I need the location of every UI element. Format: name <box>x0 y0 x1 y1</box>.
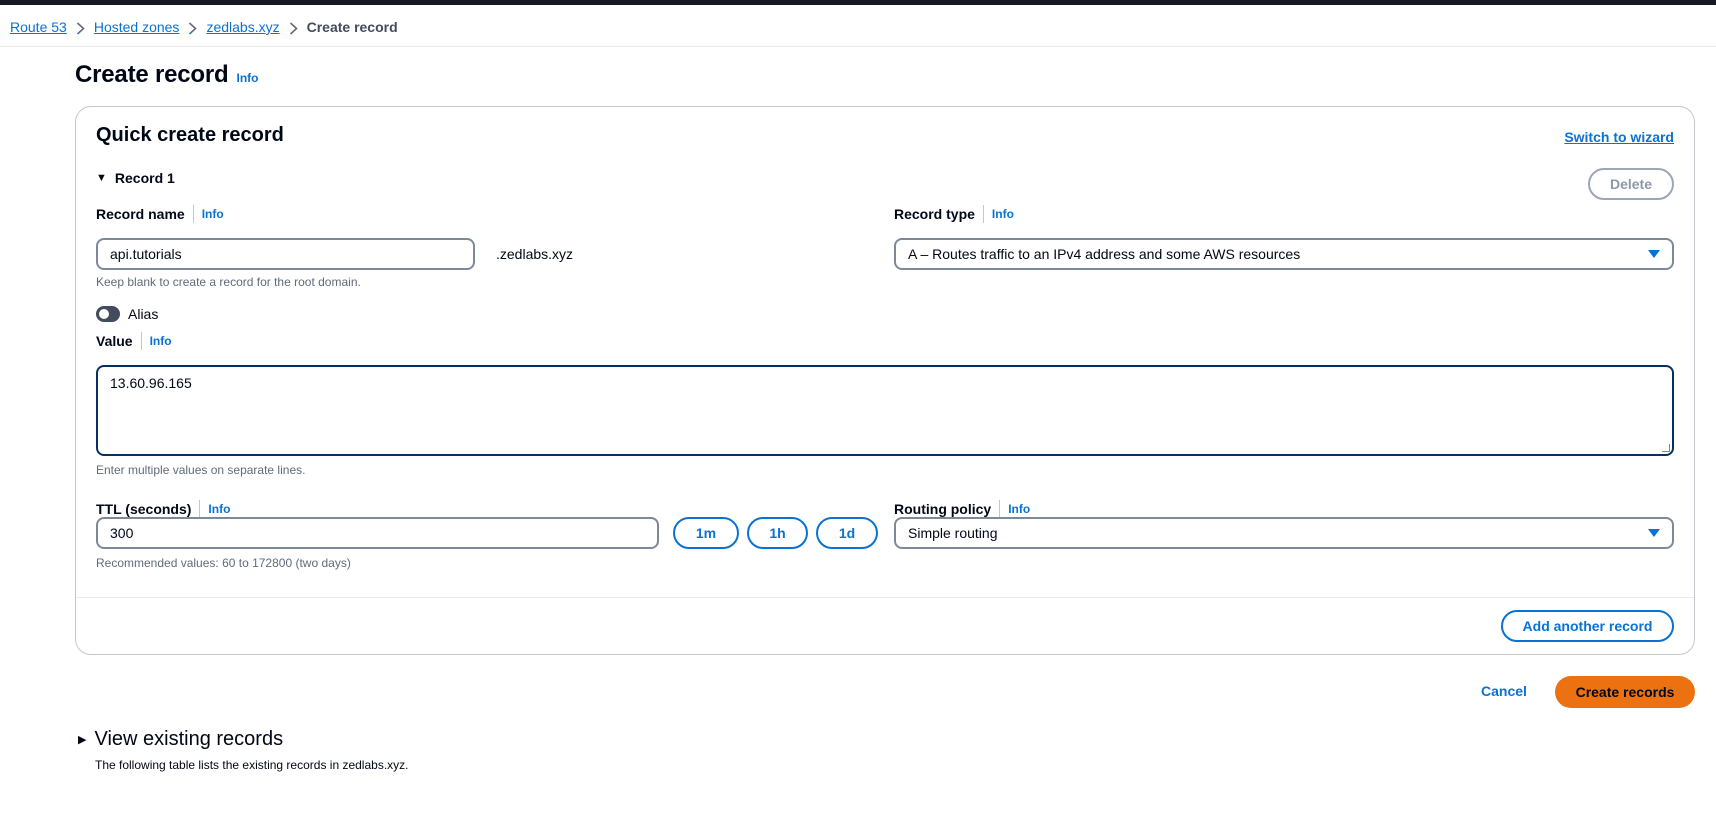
routing-policy-label: Routing policy <box>894 501 992 517</box>
record-name-info-link[interactable]: Info <box>202 207 224 221</box>
add-another-record-button[interactable]: Add another record <box>1501 610 1674 642</box>
panel-title: Quick create record <box>96 124 284 146</box>
value-info-link[interactable]: Info <box>150 334 172 348</box>
ttl-1m-button[interactable]: 1m <box>673 517 739 549</box>
routing-policy-value: Simple routing <box>908 525 998 541</box>
delete-record-button[interactable]: Delete <box>1588 168 1674 200</box>
chevron-right-icon <box>280 19 307 35</box>
record-name-label-group: Record name Info <box>96 205 224 223</box>
label-divider <box>199 500 201 518</box>
view-existing-records-expander[interactable]: ▶ View existing records <box>78 728 283 751</box>
domain-suffix: .zedlabs.xyz <box>496 246 574 262</box>
value-textarea[interactable]: 13.60.96.165 <box>96 365 1674 456</box>
existing-records-description: The following table lists the existing r… <box>95 758 409 772</box>
ttl-input[interactable]: 300 <box>96 517 659 549</box>
ttl-hint: Recommended values: 60 to 172800 (two da… <box>96 556 351 570</box>
record-1-expander[interactable]: ▼ Record 1 <box>96 170 175 186</box>
resize-handle[interactable] <box>1662 444 1670 452</box>
page-title: Create record <box>75 61 229 88</box>
value-label-group: Value Info <box>96 332 172 350</box>
ttl-1h-button[interactable]: 1h <box>747 517 808 549</box>
label-divider <box>982 205 984 223</box>
breadcrumb-hosted-zones-link[interactable]: Hosted zones <box>94 19 180 35</box>
breadcrumb-zone-link[interactable]: zedlabs.xyz <box>206 19 279 35</box>
label-divider <box>999 500 1001 518</box>
ttl-1d-button[interactable]: 1d <box>816 517 878 549</box>
chevron-right-icon <box>67 19 94 35</box>
routing-policy-label-group: Routing policy Info <box>894 500 1030 518</box>
create-records-button[interactable]: Create records <box>1555 676 1695 708</box>
record-name-hint: Keep blank to create a record for the ro… <box>96 275 361 289</box>
caret-right-icon: ▶ <box>78 734 87 746</box>
record-name-input[interactable]: api.tutorials <box>96 238 475 270</box>
label-divider <box>192 205 194 223</box>
caret-down-icon: ▼ <box>96 172 107 184</box>
record-type-value: A – Routes traffic to an IPv4 address an… <box>908 246 1301 262</box>
ttl-info-link[interactable]: Info <box>208 502 230 516</box>
caret-down-icon <box>1648 250 1660 258</box>
header-divider <box>0 46 1716 47</box>
ttl-label: TTL (seconds) <box>96 501 192 517</box>
top-bar <box>0 0 1716 5</box>
record-type-label-group: Record type Info <box>894 205 1014 223</box>
record-type-label: Record type <box>894 206 975 222</box>
label-divider <box>140 332 142 350</box>
switch-to-wizard-link[interactable]: Switch to wizard <box>1564 129 1674 145</box>
value-hint: Enter multiple values on separate lines. <box>96 463 306 477</box>
caret-down-icon <box>1648 529 1660 537</box>
page-info-link[interactable]: Info <box>236 71 258 85</box>
quick-create-panel: Quick create record Switch to wizard ▼ R… <box>75 106 1695 655</box>
breadcrumb: Route 53 Hosted zones zedlabs.xyz Create… <box>10 17 398 37</box>
view-existing-records-title: View existing records <box>94 728 284 750</box>
record-1-label: Record 1 <box>114 170 175 186</box>
ttl-label-group: TTL (seconds) Info <box>96 500 230 518</box>
value-text: 13.60.96.165 <box>110 375 192 391</box>
panel-footer-divider <box>76 597 1694 598</box>
breadcrumb-current: Create record <box>306 19 398 35</box>
alias-toggle[interactable] <box>96 306 120 322</box>
record-type-info-link[interactable]: Info <box>992 207 1014 221</box>
breadcrumb-route53-link[interactable]: Route 53 <box>10 19 67 35</box>
record-name-label: Record name <box>96 206 185 222</box>
cancel-button[interactable]: Cancel <box>1481 683 1527 699</box>
alias-toggle-group: Alias <box>96 306 158 322</box>
alias-label: Alias <box>128 306 159 322</box>
routing-policy-info-link[interactable]: Info <box>1008 502 1030 516</box>
value-label: Value <box>96 333 133 349</box>
record-type-select[interactable]: A – Routes traffic to an IPv4 address an… <box>894 238 1674 270</box>
routing-policy-select[interactable]: Simple routing <box>894 517 1674 549</box>
chevron-right-icon <box>179 19 206 35</box>
page-header: Create record Info <box>75 61 258 89</box>
